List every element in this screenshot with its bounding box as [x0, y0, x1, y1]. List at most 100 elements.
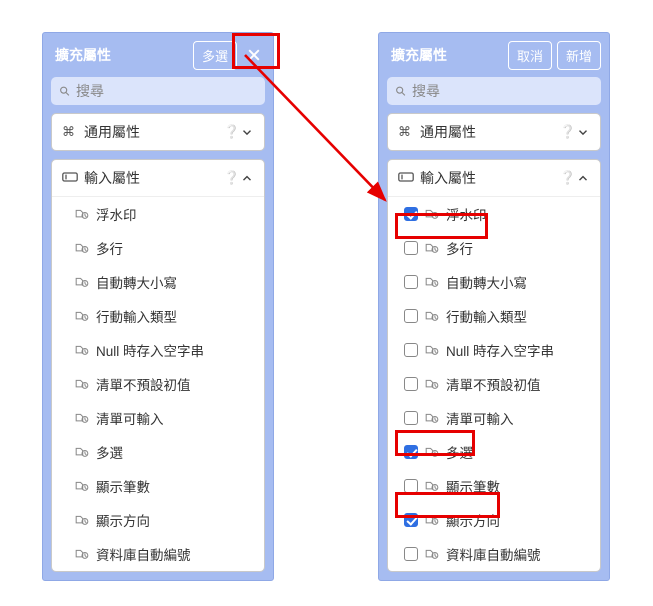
- list-item[interactable]: 清單可輸入: [52, 401, 264, 435]
- list-item[interactable]: 自動轉大小寫: [52, 265, 264, 299]
- list-item[interactable]: 浮水印: [388, 197, 600, 231]
- list-item[interactable]: 浮水印: [52, 197, 264, 231]
- item-checkbox[interactable]: [404, 547, 418, 561]
- group-input-title: 輸入屬性: [420, 168, 556, 188]
- item-label: 清單不預設初值: [446, 374, 541, 394]
- help-icon[interactable]: ❔: [224, 170, 240, 186]
- group-input-header[interactable]: 輸入屬性 ❔: [388, 160, 600, 196]
- item-label: 自動轉大小寫: [96, 272, 177, 292]
- list-item[interactable]: 清單不預設初值: [52, 367, 264, 401]
- search-input[interactable]: [76, 83, 257, 99]
- panel-title: 擴充屬性: [391, 45, 503, 65]
- item-checkbox[interactable]: [404, 513, 418, 527]
- item-label: 清單可輸入: [96, 408, 164, 428]
- group-general-header[interactable]: ⌘ 通用屬性 ❔: [388, 114, 600, 150]
- search-icon: [59, 84, 70, 98]
- command-icon: ⌘: [398, 124, 414, 140]
- item-label: 行動輸入類型: [446, 306, 527, 326]
- item-checkbox[interactable]: [404, 241, 418, 255]
- group-input-title: 輸入屬性: [84, 168, 220, 188]
- help-icon[interactable]: ❔: [560, 124, 576, 140]
- item-checkbox[interactable]: [404, 445, 418, 459]
- property-icon: [424, 275, 440, 289]
- property-icon: [424, 377, 440, 391]
- item-label: 多行: [446, 238, 473, 258]
- panel-title: 擴充屬性: [55, 45, 188, 65]
- list-item[interactable]: 多選: [388, 435, 600, 469]
- multi-select-button[interactable]: 多選: [193, 41, 237, 70]
- panel-left-header: 擴充屬性 多選: [43, 33, 273, 77]
- property-icon: [424, 241, 440, 255]
- cancel-button[interactable]: 取消: [508, 41, 552, 70]
- input-group-icon: [398, 170, 414, 187]
- item-checkbox[interactable]: [404, 377, 418, 391]
- help-icon[interactable]: ❔: [224, 124, 240, 140]
- property-icon: [74, 343, 90, 357]
- item-checkbox[interactable]: [404, 275, 418, 289]
- item-label: 顯示筆數: [446, 476, 500, 496]
- property-icon: [74, 513, 90, 527]
- list-item[interactable]: 行動輸入類型: [52, 299, 264, 333]
- list-item[interactable]: 資料庫自動編號: [52, 537, 264, 571]
- search-box[interactable]: [387, 77, 601, 105]
- list-item[interactable]: 多行: [388, 231, 600, 265]
- search-box[interactable]: [51, 77, 265, 105]
- group-general-title: 通用屬性: [420, 122, 556, 142]
- list-item[interactable]: 顯示筆數: [388, 469, 600, 503]
- multi-select-button-box: 多選: [188, 41, 237, 70]
- item-checkbox[interactable]: [404, 343, 418, 357]
- search-input[interactable]: [412, 83, 593, 99]
- list-item[interactable]: 顯示方向: [52, 503, 264, 537]
- item-label: 清單不預設初值: [96, 374, 191, 394]
- property-icon: [424, 479, 440, 493]
- list-item[interactable]: Null 時存入空字串: [52, 333, 264, 367]
- group-general: ⌘ 通用屬性 ❔: [387, 113, 601, 151]
- property-icon: [424, 411, 440, 425]
- group-input-items: 浮水印多行自動轉大小寫行動輸入類型 Null 時存入空字串清單不預設初值清單可輸入…: [52, 196, 264, 571]
- property-icon: [424, 309, 440, 323]
- property-icon: [424, 343, 440, 357]
- item-label: 資料庫自動編號: [96, 544, 191, 564]
- property-icon: [74, 241, 90, 255]
- list-item[interactable]: 資料庫自動編號: [388, 537, 600, 571]
- item-checkbox[interactable]: [404, 309, 418, 323]
- list-item[interactable]: 清單不預設初值: [388, 367, 600, 401]
- item-label: Null 時存入空字串: [446, 340, 554, 360]
- group-input-items: 浮水印多行自動轉大小寫行動輸入類型 Null 時存入空字串清單不預設初值清單可輸入…: [388, 196, 600, 571]
- item-label: 多選: [96, 442, 123, 462]
- property-icon: [74, 377, 90, 391]
- list-item[interactable]: 行動輸入類型: [388, 299, 600, 333]
- list-item[interactable]: 多行: [52, 231, 264, 265]
- property-icon: [424, 547, 440, 561]
- item-label: 浮水印: [96, 204, 137, 224]
- list-item[interactable]: 清單可輸入: [388, 401, 600, 435]
- item-checkbox[interactable]: [404, 411, 418, 425]
- item-label: 浮水印: [446, 204, 487, 224]
- help-icon[interactable]: ❔: [560, 170, 576, 186]
- item-checkbox[interactable]: [404, 479, 418, 493]
- close-button[interactable]: [243, 44, 265, 66]
- property-icon: [74, 309, 90, 323]
- item-label: 多選: [446, 442, 473, 462]
- close-icon: [246, 47, 262, 63]
- list-item[interactable]: 自動轉大小寫: [388, 265, 600, 299]
- input-group-icon: [62, 170, 78, 187]
- item-label: 資料庫自動編號: [446, 544, 541, 564]
- property-icon: [74, 207, 90, 221]
- list-item[interactable]: 顯示筆數: [52, 469, 264, 503]
- add-button[interactable]: 新增: [557, 41, 601, 70]
- item-checkbox[interactable]: [404, 207, 418, 221]
- item-label: 顯示方向: [446, 510, 500, 530]
- list-item[interactable]: Null 時存入空字串: [388, 333, 600, 367]
- group-input: 輸入屬性 ❔ 浮水印多行自動轉大小寫行動輸入類型 Null 時存入空字串清單不預設…: [51, 159, 265, 572]
- list-item[interactable]: 多選: [52, 435, 264, 469]
- group-general: ⌘ 通用屬性 ❔: [51, 113, 265, 151]
- search-icon: [395, 84, 406, 98]
- chevron-down-icon: [576, 125, 590, 139]
- item-label: 行動輸入類型: [96, 306, 177, 326]
- group-input-header[interactable]: 輸入屬性 ❔: [52, 160, 264, 196]
- item-label: 自動轉大小寫: [446, 272, 527, 292]
- group-general-header[interactable]: ⌘ 通用屬性 ❔: [52, 114, 264, 150]
- list-item[interactable]: 顯示方向: [388, 503, 600, 537]
- item-label: 多行: [96, 238, 123, 258]
